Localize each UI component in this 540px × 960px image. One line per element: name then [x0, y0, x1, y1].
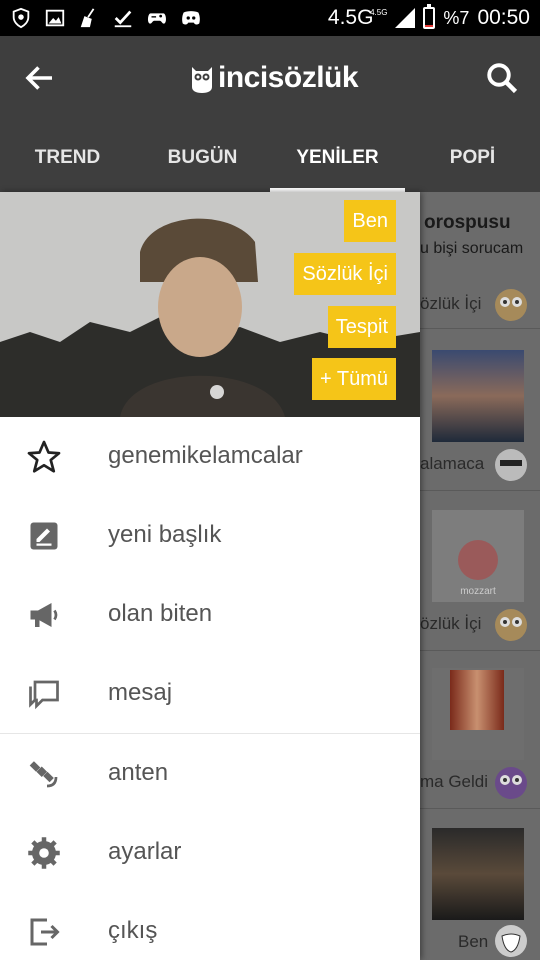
sunglasses-avatar-icon: [495, 449, 527, 481]
feed-meta: özlük İçi: [420, 294, 482, 313]
tab-trend[interactable]: TREND: [0, 136, 135, 192]
drawer-header-image: Ben Sözlük İçi Tespit + Tümü: [0, 192, 420, 417]
battery-icon: [423, 4, 436, 29]
checkmark-icon: [114, 10, 132, 28]
satellite-icon: [29, 761, 58, 788]
feed-thumbnail[interactable]: [432, 828, 524, 920]
discord-icon: [182, 11, 200, 25]
megaphone-icon: [30, 603, 58, 627]
logout-icon: [30, 918, 60, 946]
navigation-drawer: Ben Sözlük İçi Tespit + Tümü genemikelam…: [0, 192, 420, 960]
menu-label: anten: [108, 759, 169, 786]
battery-fill: [425, 25, 434, 27]
owl-logo-icon: [192, 67, 212, 93]
feed-background: orospusu u bişi sorucam özlük İçi alamac…: [420, 192, 540, 960]
tab-bugun[interactable]: BUGÜN: [135, 136, 270, 192]
shield-icon: [12, 7, 30, 29]
search-icon[interactable]: [484, 60, 520, 96]
edit-icon: [30, 522, 58, 550]
feed-divider: [420, 650, 540, 651]
image-icon: [45, 9, 65, 27]
feed-divider: [420, 490, 540, 491]
menu-item-yeni-baslik[interactable]: yeni başlık: [0, 496, 420, 575]
profile-photo: [458, 540, 498, 580]
menu-label: olan biten: [108, 600, 213, 627]
feed-thumbnail[interactable]: mozzart: [432, 510, 524, 602]
owl-avatar-icon: [495, 609, 527, 641]
signal-icon: [395, 8, 416, 28]
menu-label: ayarlar: [108, 838, 182, 865]
chip-ben[interactable]: Ben: [344, 200, 396, 242]
menu-item-genemikelamcalar[interactable]: genemikelamcalar: [0, 417, 420, 496]
menu-item-olan-biten[interactable]: olan biten: [0, 575, 420, 654]
feed-divider: [420, 328, 540, 329]
chip-sozluk-ici[interactable]: Sözlük İçi: [294, 253, 396, 295]
status-right: 4.5G 4.5G %7 00:50: [328, 0, 530, 36]
mask-avatar-icon: [495, 925, 527, 957]
app-logo: incisözlük: [190, 58, 359, 98]
menu-item-anten[interactable]: anten: [0, 734, 420, 813]
chip-tespit[interactable]: Tespit: [327, 306, 396, 348]
notification-icons: [10, 7, 202, 29]
feed-meta: ma Geldi: [420, 772, 489, 791]
battery-percent: %7: [443, 7, 470, 28]
logo-text: incisözlük: [218, 61, 359, 94]
tab-yeniler[interactable]: YENİLER: [270, 136, 405, 192]
network-sup: 4.5G: [370, 8, 388, 17]
feed-meta: özlük İçi: [420, 614, 482, 633]
feed-divider: [420, 808, 540, 809]
broom-icon: [80, 8, 95, 28]
menu-label: yeni başlık: [108, 521, 222, 548]
feed-meta: Ben: [458, 932, 489, 951]
menu-label: genemikelamcalar: [108, 442, 303, 469]
feed-meta: alamaca: [420, 454, 485, 473]
back-arrow-icon[interactable]: [22, 60, 58, 96]
owl-avatar-icon: [495, 289, 527, 321]
status-bar: 4.5G 4.5G %7 00:50: [0, 0, 540, 36]
feed-thumbnail[interactable]: [432, 668, 524, 760]
menu-item-ayarlar[interactable]: ayarlar: [0, 813, 420, 892]
star-icon: [27, 440, 61, 473]
thumb-caption: mozzart: [460, 586, 496, 597]
gear-icon: [28, 837, 60, 869]
gamepad-icon: [148, 13, 166, 24]
chip-tumu[interactable]: + Tümü: [312, 358, 396, 400]
tab-popi[interactable]: POPİ: [405, 136, 540, 192]
network-type: 4.5G 4.5G: [327, 6, 388, 29]
menu-label: çıkış: [108, 917, 158, 944]
drawer-menu: genemikelamcalar yeni başlık olan biten …: [0, 417, 420, 960]
purple-owl-avatar-icon: [495, 767, 527, 799]
menu-item-mesaj[interactable]: mesaj: [0, 654, 420, 733]
clock: 00:50: [477, 6, 530, 29]
menu-label: mesaj: [108, 679, 173, 706]
profile-photo: [450, 670, 504, 730]
tab-bar: TREND BUGÜN YENİLER POPİ: [0, 136, 540, 192]
feed-thumbnail[interactable]: [432, 350, 524, 442]
app-bar: incisözlük TREND BUGÜN YENİLER POPİ: [0, 36, 540, 192]
menu-item-cikis[interactable]: çıkış: [0, 892, 420, 960]
chat-icon: [29, 680, 59, 710]
feed-subtitle: u bişi sorucam: [420, 240, 524, 257]
feed-title: orospusu: [424, 212, 511, 233]
